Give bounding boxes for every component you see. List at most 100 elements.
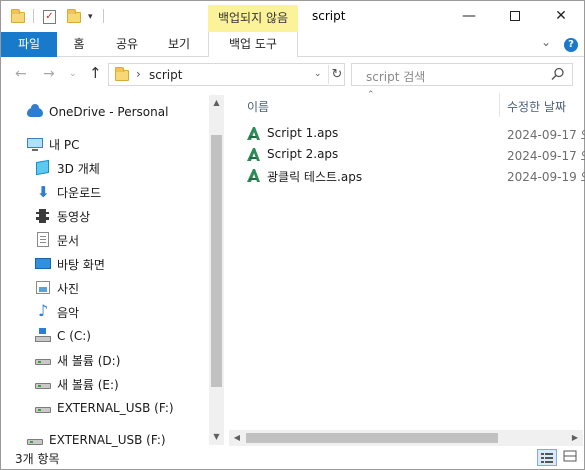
navigation-pane-scrollbar[interactable]: ▲ ▼ [209,95,224,445]
aps-file-icon [247,148,260,161]
aps-file-icon [247,127,260,140]
documents-icon [35,232,51,248]
new-folder-icon[interactable] [67,7,81,27]
tab-file[interactable]: 파일 [1,32,57,57]
window-title: script [312,9,346,23]
title-bar: ✓ ▾ 백업되지 않음 script — ✕ [1,1,584,32]
nav-item-downloads[interactable]: ⬇ 다운로드 [35,181,101,203]
nav-item-3d-objects[interactable]: 3D 개체 [35,157,100,179]
properties-icon[interactable]: ✓ [43,7,56,27]
music-icon: ♪ [38,301,49,320]
column-name[interactable]: 이름 [247,98,269,115]
nav-item-label: 내 PC [49,137,80,152]
file-date: 2024-09-17 오 [507,149,585,163]
scroll-left-icon[interactable]: ◀ [229,430,245,446]
file-row[interactable]: Script 2.aps 2024-09-17 오 [227,144,585,165]
nav-item-desktop[interactable]: 바탕 화면 [35,253,105,275]
usb-drive-icon [27,432,43,447]
file-name: 광클릭 테스트.aps [267,170,363,184]
tab-view[interactable]: 보기 [159,32,199,57]
nav-item-this-pc[interactable]: 내 PC [27,133,79,155]
nav-item-pictures[interactable]: 사진 [35,277,79,299]
file-date: 2024-09-19 오 [507,170,585,184]
maximize-icon [510,11,520,21]
nav-item-label: 새 볼륨 (D:) [57,353,121,368]
file-name: Script 2.aps [267,147,339,161]
nav-item-documents[interactable]: 문서 [35,229,79,251]
context-tab-group-label: 백업되지 않음 [208,5,298,32]
nav-item-external-usb[interactable]: EXTERNAL_USB (F:) [27,429,166,447]
minimize-button[interactable]: — [446,1,492,32]
tab-share[interactable]: 공유 [107,32,147,57]
file-name: Script 1.aps [267,126,339,140]
recent-locations-icon[interactable]: ⌄ [69,69,77,79]
scrollbar-thumb[interactable] [211,135,222,387]
expand-ribbon-icon[interactable]: ⌄ [541,35,551,49]
pc-icon [27,136,43,152]
maximize-button[interactable] [492,1,538,32]
3d-objects-icon [35,159,51,176]
nav-item-label: 다운로드 [57,185,102,200]
system-drive-icon [35,328,51,344]
divider [103,9,104,23]
folder-icon [115,67,129,81]
usb-drive-icon [35,400,51,416]
status-bar: 3개 항목 [1,447,584,469]
desktop-icon [35,256,51,272]
nav-item-label: OneDrive - Personal [49,105,169,119]
close-button[interactable]: ✕ [538,1,584,32]
file-row[interactable]: 광클릭 테스트.aps 2024-09-19 오 [227,165,585,186]
breadcrumb-current[interactable]: script [149,68,182,82]
downloads-icon: ⬇ [37,183,50,201]
column-divider[interactable] [499,93,500,117]
details-view-icon [541,453,553,463]
forward-button[interactable]: → [43,66,55,82]
help-icon[interactable]: ? [564,38,578,52]
customize-toolbar-dropdown-icon[interactable]: ▾ [88,7,93,27]
address-bar[interactable]: › script ⌄ ↻ [108,63,345,86]
back-button[interactable]: ← [15,66,27,82]
nav-item-label: 동영상 [57,209,91,224]
nav-item-label: 사진 [57,281,80,296]
file-row[interactable]: Script 1.aps 2024-09-17 오 [227,123,585,144]
onedrive-icon [27,104,43,120]
divider [33,9,34,23]
pictures-icon [35,280,51,296]
column-header: ⌃ 이름 수정한 날짜 [227,90,584,117]
file-list-horizontal-scrollbar[interactable]: ◀ ▶ [229,430,583,446]
refresh-button[interactable]: ↻ [328,65,345,84]
nav-item-drive-c[interactable]: C (C:) [35,325,91,347]
tab-home[interactable]: 홈 [61,32,97,57]
scrollbar-thumb[interactable] [246,433,498,443]
up-button[interactable]: ↑ [89,64,102,82]
file-list: ⌃ 이름 수정한 날짜 Script 1.aps 2024-09-17 오 Sc… [227,90,585,447]
nav-item-videos[interactable]: 동영상 [35,205,90,227]
nav-item-label: C (C:) [57,329,91,343]
nav-item-drive-f[interactable]: EXTERNAL_USB (F:) [35,397,174,419]
large-icons-view-icon [563,450,577,462]
search-placeholder[interactable]: script 검색 [366,68,425,85]
search-box[interactable]: script 검색 [351,63,573,86]
address-history-dropdown-icon[interactable]: ⌄ [314,69,322,79]
scroll-up-icon[interactable]: ▲ [209,95,224,111]
details-view-button[interactable] [537,449,557,466]
folder-icon[interactable] [11,7,25,27]
scroll-right-icon[interactable]: ▶ [567,430,583,446]
nav-item-drive-d[interactable]: 새 볼륨 (D:) [35,349,120,371]
scroll-down-icon[interactable]: ▼ [209,429,224,445]
tab-backup-tools[interactable]: 백업 도구 [208,32,298,57]
nav-item-music[interactable]: ♪ 음악 [35,301,79,323]
sort-indicator-icon: ⌃ [367,90,375,100]
nav-item-label: EXTERNAL_USB (F:) [49,433,166,447]
navigation-pane: OneDrive - Personal 내 PC 3D 개체 ⬇ 다운로드 동영… [1,93,226,447]
nav-item-onedrive[interactable]: OneDrive - Personal [27,101,168,123]
nav-item-label: 문서 [57,233,80,248]
nav-item-drive-e[interactable]: 새 볼륨 (E:) [35,373,119,395]
nav-item-label: 새 볼륨 (E:) [57,377,119,392]
breadcrumb-separator-icon[interactable]: › [136,67,141,81]
large-icons-view-button[interactable] [561,449,581,466]
nav-item-label: 음악 [57,305,80,320]
nav-item-label: EXTERNAL_USB (F:) [57,401,174,415]
nav-item-label: 바탕 화면 [57,257,105,272]
column-date-modified[interactable]: 수정한 날짜 [507,98,566,115]
